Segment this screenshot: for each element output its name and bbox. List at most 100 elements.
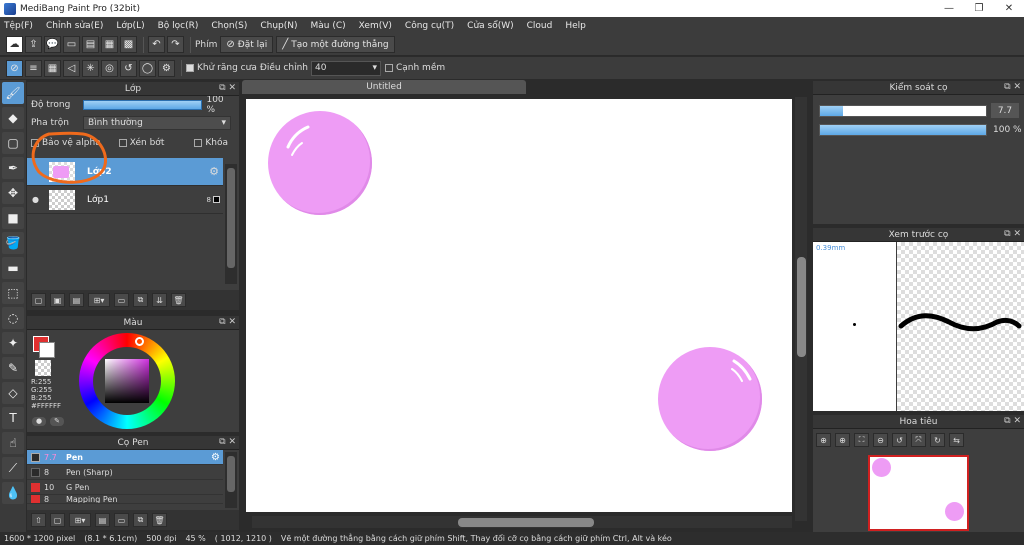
- document-icon[interactable]: ▤: [82, 36, 99, 53]
- new-brush-icon[interactable]: ▢: [50, 513, 65, 527]
- canvas[interactable]: [246, 99, 792, 512]
- brush-scrollbar[interactable]: [225, 452, 237, 508]
- select-pen-tool-icon[interactable]: ✎: [2, 357, 24, 379]
- menu-help[interactable]: Help: [565, 21, 586, 31]
- brush-item[interactable]: 8 Pen (Sharp): [27, 465, 223, 480]
- background-color-swatch[interactable]: [39, 342, 55, 358]
- flip-icon[interactable]: ⇆: [949, 433, 964, 447]
- duplicate-icon[interactable]: ⧉: [133, 513, 148, 527]
- snap-settings-icon[interactable]: ⚙: [158, 59, 175, 77]
- saturation-square[interactable]: [105, 359, 149, 403]
- cross-snap-icon[interactable]: ▦: [44, 59, 61, 77]
- straight-line-button[interactable]: ╱ Tạo một đường thẳng: [276, 36, 395, 53]
- maximize-button[interactable]: ❐: [964, 0, 994, 17]
- menu-snap[interactable]: Chụp(N): [260, 21, 297, 31]
- gear-icon[interactable]: ⚙: [211, 452, 220, 463]
- brush-item[interactable]: 10 G Pen: [27, 480, 223, 495]
- opacity-slider[interactable]: [82, 100, 203, 110]
- ellipse-snap-icon[interactable]: ◯: [139, 59, 156, 77]
- scrollbar-thumb[interactable]: [227, 456, 235, 492]
- export-icon[interactable]: ⇪: [25, 36, 42, 53]
- menu-select[interactable]: Chọn(S): [211, 21, 247, 31]
- fit-icon[interactable]: ⛶: [854, 433, 869, 447]
- rectangle-tool-icon[interactable]: ▢: [2, 132, 24, 154]
- bucket-tool-icon[interactable]: 🪣: [2, 232, 24, 254]
- panel-close-icon[interactable]: ⧉ ✕: [1004, 229, 1021, 239]
- scrollbar-thumb[interactable]: [797, 257, 806, 357]
- delete-icon[interactable]: 🗑: [152, 513, 167, 527]
- color-mode-toggle[interactable]: ●: [32, 417, 46, 426]
- parallel-snap-icon[interactable]: ≡: [25, 59, 42, 77]
- fill-shape-tool-icon[interactable]: ■: [2, 207, 24, 229]
- rotate-right-icon[interactable]: ↻: [930, 433, 945, 447]
- vanishing-snap-icon[interactable]: ◁: [63, 59, 80, 77]
- new-halftone-layer-icon[interactable]: ▣: [50, 293, 65, 307]
- close-button[interactable]: ✕: [994, 0, 1024, 17]
- zoom-in-icon[interactable]: ⊕: [816, 433, 831, 447]
- menu-file[interactable]: Tệp(F): [4, 21, 33, 31]
- reset-view-icon[interactable]: ⤧: [911, 433, 926, 447]
- minimize-button[interactable]: —: [934, 0, 964, 17]
- menu-window[interactable]: Cửa sổ(W): [467, 21, 513, 31]
- panel-close-icon[interactable]: ⧉ ✕: [1004, 416, 1021, 426]
- menu-edit[interactable]: Chỉnh sửa(E): [46, 21, 103, 31]
- menu-color[interactable]: Màu (C): [311, 21, 346, 31]
- new-layer-icon[interactable]: ▢: [31, 293, 46, 307]
- select-tool-icon[interactable]: ⬚: [2, 282, 24, 304]
- move-tool-icon[interactable]: ✥: [2, 182, 24, 204]
- divide-tool-icon[interactable]: ⟋: [2, 457, 24, 479]
- add-brush-menu-icon[interactable]: ⊞▾: [69, 513, 91, 527]
- panel-close-icon[interactable]: ⧉ ✕: [1004, 82, 1021, 92]
- brush-opacity-slider[interactable]: [819, 124, 987, 136]
- clip-checkbox[interactable]: [118, 139, 127, 147]
- radial-snap-icon[interactable]: ✳: [82, 59, 99, 77]
- menu-layer[interactable]: Lớp(L): [116, 21, 144, 31]
- canvas-vertical-scrollbar[interactable]: [795, 97, 807, 521]
- folder-icon[interactable]: ▭: [114, 513, 129, 527]
- hue-wheel[interactable]: [79, 333, 175, 429]
- gear-icon[interactable]: ⚙: [209, 165, 219, 178]
- new-8bit-layer-icon[interactable]: ▤: [69, 293, 84, 307]
- adjust-input[interactable]: 40 ▾: [310, 60, 381, 76]
- brush-item[interactable]: 8 Mapping Pen: [27, 495, 223, 504]
- cloud-icon[interactable]: ☁: [6, 36, 23, 53]
- lock-checkbox[interactable]: [194, 139, 203, 147]
- gradient-tool-icon[interactable]: ▬: [2, 257, 24, 279]
- visibility-icon[interactable]: ●: [32, 195, 39, 204]
- select-eraser-tool-icon[interactable]: ◇: [2, 382, 24, 404]
- grid-icon[interactable]: ▩: [120, 36, 137, 53]
- eraser-tool-icon[interactable]: ◆: [2, 107, 24, 129]
- soft-edge-checkbox[interactable]: [384, 64, 393, 72]
- circle-snap-icon[interactable]: ◎: [101, 59, 118, 77]
- menu-view[interactable]: Xem(V): [359, 21, 392, 31]
- zoom-out-icon[interactable]: ⊖: [873, 433, 888, 447]
- folder-icon[interactable]: ▭: [114, 293, 129, 307]
- brush-item[interactable]: 7.7 Pen ⚙: [27, 450, 223, 465]
- gallery-icon[interactable]: ▦: [101, 36, 118, 53]
- brush-size-value[interactable]: 7.7: [991, 103, 1019, 118]
- cloud-download-icon[interactable]: ⇧: [31, 513, 46, 527]
- brush-size-slider[interactable]: [819, 105, 987, 117]
- no-snap-icon[interactable]: ⊘: [6, 59, 23, 77]
- layer-scrollbar[interactable]: [225, 164, 237, 284]
- panel-close-icon[interactable]: ⧉ ✕: [219, 83, 236, 93]
- magic-wand-tool-icon[interactable]: ✦: [2, 332, 24, 354]
- document-tab[interactable]: Untitled: [242, 80, 526, 94]
- scrollbar-thumb[interactable]: [227, 168, 235, 268]
- eyedropper-tool-icon[interactable]: 💧: [2, 482, 24, 504]
- scrollbar-thumb[interactable]: [458, 518, 594, 527]
- menu-tools[interactable]: Công cụ(T): [405, 21, 454, 31]
- menu-filter[interactable]: Bộ lọc(R): [158, 21, 199, 31]
- menu-cloud[interactable]: Cloud: [527, 21, 553, 31]
- zoom-in-icon[interactable]: ⊕: [835, 433, 850, 447]
- rotate-left-icon[interactable]: ↺: [892, 433, 907, 447]
- layer-row[interactable]: ● Lớp1 8: [27, 186, 223, 214]
- chat-icon[interactable]: 💬: [44, 36, 61, 53]
- delete-icon[interactable]: 🗑: [171, 293, 186, 307]
- antialias-checkbox[interactable]: [186, 64, 194, 72]
- brush-settings-icon[interactable]: ▤: [95, 513, 110, 527]
- dot-tool-icon[interactable]: ✒: [2, 157, 24, 179]
- curve-snap-icon[interactable]: ↺: [120, 59, 137, 77]
- duplicate-icon[interactable]: ⧉: [133, 293, 148, 307]
- page-icon[interactable]: ▭: [63, 36, 80, 53]
